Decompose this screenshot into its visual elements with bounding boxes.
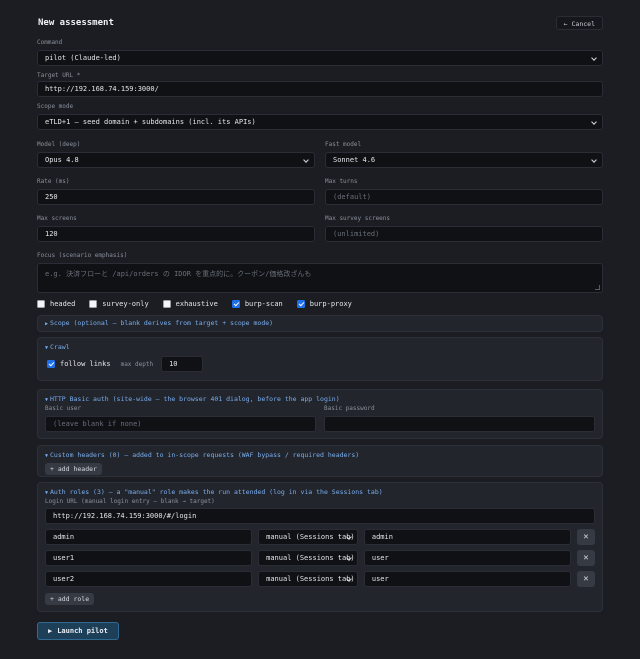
role-row: user1 manual (Sessions tab) user ✕ bbox=[45, 550, 595, 566]
option-headed[interactable]: headed bbox=[37, 300, 75, 308]
role-value-input[interactable]: user bbox=[363, 571, 571, 587]
remove-role-button[interactable]: ✕ bbox=[576, 529, 595, 545]
follow-links-checkbox[interactable] bbox=[47, 360, 55, 368]
command-select[interactable]: pilot (Claude-led) bbox=[37, 50, 603, 66]
basic-auth-toggle[interactable]: HTTP Basic auth (site-wide — the browser… bbox=[45, 395, 595, 404]
role-row: admin manual (Sessions tab) admin ✕ bbox=[45, 529, 595, 545]
custom-headers-panel: Custom headers (0) — added to in-scope r… bbox=[37, 445, 603, 477]
remove-role-button[interactable]: ✕ bbox=[576, 550, 595, 566]
option-burp-scan[interactable]: burp-scan bbox=[231, 300, 283, 308]
auth-roles-panel: Auth roles (3) — a "manual" role makes t… bbox=[37, 482, 603, 612]
follow-links-option[interactable]: follow links bbox=[47, 360, 111, 368]
crawl-title: Crawl bbox=[50, 343, 70, 351]
basic-user-input[interactable]: (leave blank if none) bbox=[45, 416, 316, 432]
max-turns-input[interactable]: (default) bbox=[325, 189, 603, 205]
option-label: burp-scan bbox=[244, 300, 283, 308]
fast-model-label: Fast model bbox=[325, 141, 362, 148]
role-mode-select[interactable]: manual (Sessions tab) bbox=[258, 571, 358, 587]
follow-links-label: follow links bbox=[60, 360, 111, 368]
triangle-down-icon bbox=[45, 488, 48, 497]
option-burp-proxy[interactable]: burp-proxy bbox=[296, 300, 352, 308]
option-exhaustive[interactable]: exhaustive bbox=[162, 300, 218, 308]
new-assessment-page: New assessment ← Cancel Command pilot (C… bbox=[0, 0, 640, 659]
remove-role-button[interactable]: ✕ bbox=[576, 571, 595, 587]
max-survey-screens-input[interactable]: (unlimited) bbox=[325, 226, 603, 242]
headed-checkbox[interactable] bbox=[37, 300, 45, 308]
triangle-down-icon bbox=[45, 395, 48, 404]
role-name-input[interactable]: admin bbox=[45, 529, 253, 545]
auth-roles-title: Auth roles (3) — a "manual" role makes t… bbox=[50, 488, 383, 496]
basic-password-input[interactable] bbox=[324, 416, 595, 432]
triangle-down-icon bbox=[45, 343, 48, 352]
triangle-down-icon bbox=[45, 451, 48, 460]
option-label: survey-only bbox=[102, 300, 149, 308]
option-label: exhaustive bbox=[175, 300, 218, 308]
auth-roles-toggle[interactable]: Auth roles (3) — a "manual" role makes t… bbox=[45, 488, 595, 497]
focus-placeholder: e.g. 決済フローと /api/orders の IDOR を重点的に。クーポ… bbox=[45, 270, 312, 278]
survey-only-checkbox[interactable] bbox=[89, 300, 98, 308]
add-header-button[interactable]: + add header bbox=[45, 463, 102, 475]
max-depth-input[interactable]: 10 bbox=[161, 356, 204, 372]
play-icon: ▶ bbox=[48, 627, 53, 635]
launch-label: Launch pilot bbox=[57, 627, 108, 635]
focus-textarea[interactable]: e.g. 決済フローと /api/orders の IDOR を重点的に。クーポ… bbox=[37, 263, 603, 293]
burp-scan-checkbox[interactable] bbox=[231, 300, 240, 308]
cancel-button[interactable]: ← Cancel bbox=[555, 16, 603, 30]
max-turns-label: Max turns bbox=[325, 178, 358, 185]
basic-auth-title: HTTP Basic auth (site-wide — the browser… bbox=[50, 395, 340, 403]
role-mode-select[interactable]: manual (Sessions tab) bbox=[258, 550, 358, 566]
role-value-input[interactable]: user bbox=[363, 550, 571, 566]
option-label: burp-proxy bbox=[309, 300, 352, 308]
role-name-input[interactable]: user1 bbox=[45, 550, 253, 566]
option-label: headed bbox=[50, 300, 76, 308]
scope-mode-select[interactable]: eTLD+1 — seed domain + subdomains (incl.… bbox=[37, 114, 603, 130]
role-row: user2 manual (Sessions tab) user ✕ bbox=[45, 571, 595, 587]
custom-headers-title: Custom headers (0) — added to in-scope r… bbox=[50, 451, 360, 459]
fast-model-select[interactable]: Sonnet 4.6 bbox=[325, 152, 603, 168]
max-screens-input[interactable]: 120 bbox=[37, 226, 315, 242]
option-checkboxes: headed survey-only exhaustive burp-scan … bbox=[37, 298, 603, 310]
login-url-label: Login URL (manual login entry — blank → … bbox=[45, 498, 215, 505]
scope-panel-title: Scope (optional — blank derives from tar… bbox=[50, 319, 274, 327]
exhaustive-checkbox[interactable] bbox=[162, 300, 171, 308]
header: New assessment ← Cancel bbox=[38, 14, 603, 32]
focus-label: Focus (scenario emphasis) bbox=[37, 252, 128, 259]
rate-input[interactable]: 250 bbox=[37, 189, 315, 205]
target-url-input[interactable]: http://192.168.74.159:3000/ bbox=[37, 81, 603, 97]
basic-user-label: Basic user bbox=[45, 405, 82, 412]
max-depth-label: max depth bbox=[120, 360, 154, 368]
basic-auth-panel: HTTP Basic auth (site-wide — the browser… bbox=[37, 389, 603, 439]
scope-panel: Scope (optional — blank derives from tar… bbox=[37, 315, 603, 332]
scope-mode-label: Scope mode bbox=[37, 103, 74, 110]
triangle-right-icon bbox=[45, 319, 48, 328]
burp-proxy-checkbox[interactable] bbox=[296, 300, 305, 308]
scope-panel-toggle[interactable]: Scope (optional — blank derives from tar… bbox=[45, 319, 595, 328]
role-value-input[interactable]: admin bbox=[363, 529, 571, 545]
custom-headers-toggle[interactable]: Custom headers (0) — added to in-scope r… bbox=[45, 451, 595, 460]
crawl-panel-toggle[interactable]: Crawl bbox=[45, 343, 595, 352]
basic-password-label: Basic password bbox=[324, 405, 375, 412]
model-deep-select[interactable]: Opus 4.8 bbox=[37, 152, 315, 168]
role-name-input[interactable]: user2 bbox=[45, 571, 253, 587]
rate-label: Rate (ms) bbox=[37, 178, 70, 185]
command-label: Command bbox=[37, 39, 63, 46]
model-deep-label: Model (deep) bbox=[37, 141, 81, 148]
crawl-panel: Crawl follow links max depth 10 bbox=[37, 337, 603, 381]
option-survey-only[interactable]: survey-only bbox=[89, 300, 149, 308]
max-survey-screens-label: Max survey screens bbox=[325, 215, 391, 222]
login-url-input[interactable]: http://192.168.74.159:3000/#/login bbox=[45, 508, 595, 524]
add-role-button[interactable]: + add role bbox=[45, 593, 95, 605]
target-url-label: Target URL * bbox=[37, 72, 81, 79]
launch-button[interactable]: ▶ Launch pilot bbox=[37, 622, 119, 640]
max-screens-label: Max screens bbox=[37, 215, 77, 222]
page-title: New assessment bbox=[38, 18, 114, 28]
role-mode-select[interactable]: manual (Sessions tab) bbox=[258, 529, 358, 545]
